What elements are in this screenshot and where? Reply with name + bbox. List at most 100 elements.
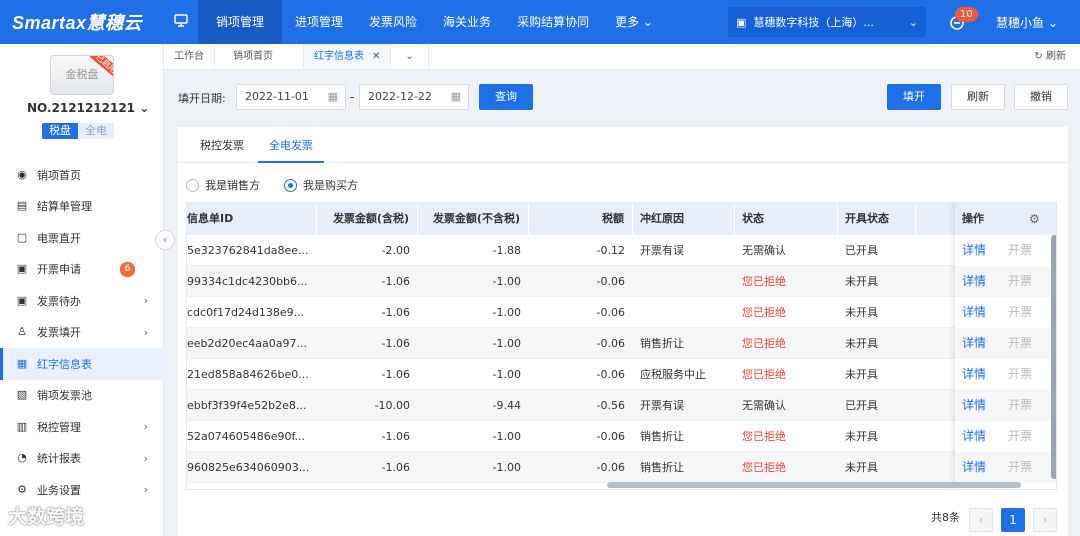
nav-sales[interactable]: 销项管理 (198, 0, 283, 44)
cell-status: 无需确认 (742, 399, 786, 412)
sidebar-item-apply[interactable]: ▣ 开票申请 6 (0, 254, 164, 286)
ops-cell: 详情 开票 (955, 266, 1056, 297)
issue-link-disabled: 开票 (1008, 429, 1033, 443)
cell-amount-excl: -1.00 (492, 430, 521, 443)
monitor-icon[interactable] (164, 14, 198, 30)
gear-icon[interactable]: ⚙ (1029, 203, 1040, 235)
toggle-full-electronic[interactable]: 全电 (78, 123, 114, 139)
tax-control-icon: ▥ (16, 419, 28, 433)
close-icon[interactable]: ✕ (372, 51, 380, 62)
refresh-tab-button[interactable]: ↻ 刷新 (1034, 44, 1066, 70)
horizontal-scroll-thumb[interactable] (607, 482, 1021, 488)
fill-button[interactable]: 填开 (887, 84, 941, 110)
chevron-down-icon: ⌄ (139, 101, 150, 115)
building-icon: ▣ (736, 15, 747, 29)
cell-status: 您已拒绝 (742, 430, 786, 443)
sidebar-item-pool[interactable]: ▧ 销项发票池 (0, 380, 164, 412)
cell-amount-excl: -1.88 (492, 244, 521, 257)
report-icon: ◔ (17, 451, 27, 465)
table-header: 信息单ID 发票金额(含税) 发票金额(不含税) 税额 冲红原因 状态 开具状态 (187, 203, 1056, 235)
toggle-tax-disk[interactable]: 税盘 (42, 123, 78, 139)
sidebar-item-label: 红字信息表 (37, 357, 92, 371)
date-separator: - (350, 90, 355, 104)
radio-seller[interactable]: 我是销售方 (186, 177, 260, 193)
nav-purchase[interactable]: 进项管理 (282, 0, 356, 44)
cell-tax: -0.06 (596, 461, 625, 474)
detail-link[interactable]: 详情 (962, 328, 986, 359)
chevron-right-icon: › (143, 325, 148, 339)
tax-disk-label: 金税盘 (65, 68, 99, 81)
nav-customs[interactable]: 海关业务 (430, 0, 504, 44)
col-status: 状态 (735, 203, 838, 235)
vertical-scroll-thumb[interactable] (1051, 235, 1056, 479)
calendar-icon: ▦ (450, 90, 461, 103)
col-tax: 税额 (529, 203, 633, 235)
detail-link[interactable]: 详情 (962, 235, 986, 266)
start-date-field[interactable]: 2022-11-01 ▦ (236, 84, 346, 110)
end-date-field[interactable]: 2022-12-22 ▦ (359, 84, 469, 110)
tab-red-form[interactable]: 红字信息表 ✕ (304, 44, 392, 69)
table-row: 960825e634060903... -1.06 -1.00 -0.06 销售… (187, 452, 1056, 483)
device-number[interactable]: NO.2121212121 ⌄ (27, 101, 149, 115)
nav-more-label: 更多 (615, 15, 640, 29)
tab-workbench[interactable]: 工作台 (164, 44, 215, 69)
nav-risk[interactable]: 发票风险 (356, 0, 430, 44)
cell-reason: 应税服务中止 (640, 368, 706, 381)
tabs-dropdown[interactable]: ⌄ (391, 44, 429, 69)
tab-full-e-invoice[interactable]: 全电发票 (258, 127, 324, 163)
tab-tax-control-invoice[interactable]: 税控发票 (200, 127, 244, 163)
sidebar-item-report[interactable]: ◔ 统计报表 › (0, 443, 164, 475)
col-id: 信息单ID (187, 203, 317, 235)
sidebar-item-red-form[interactable]: ▦ 红字信息表 (0, 348, 164, 380)
company-selector[interactable]: ▣ 慧穗数字科技（上海）... ⌄ (728, 7, 926, 37)
sidebar-item-todo[interactable]: ▣ 发票待办 › (0, 285, 164, 317)
detail-link[interactable]: 详情 (962, 297, 986, 328)
app-logo[interactable]: Smartax慧穗云 (0, 9, 164, 35)
detail-link[interactable]: 详情 (962, 266, 986, 297)
cell-reason: 销售折让 (640, 461, 684, 474)
sidebar-item-sales-home[interactable]: ◉ 销项首页 (0, 159, 164, 191)
table-row: 99334c1dc4230bb6... -1.06 -1.00 -0.06 您已… (187, 266, 1056, 297)
detail-link[interactable]: 详情 (962, 421, 986, 452)
detail-link[interactable]: 详情 (962, 359, 986, 390)
tax-disk-card[interactable]: 金税盘 已启用 (50, 55, 114, 95)
page-1-button[interactable]: 1 (1001, 508, 1025, 532)
cell-amount-incl: -1.06 (381, 275, 410, 288)
sidebar-item-e-invoice[interactable]: ▢ 电票直开 (0, 222, 164, 254)
col-amount-excl: 发票金额(不含税) (418, 203, 529, 235)
refresh-button[interactable]: 刷新 (951, 84, 1005, 110)
sidebar-item-fill[interactable]: ♙ 发票填开 › (0, 317, 164, 349)
table-row: 21ed858a84626be0... -1.06 -1.00 -0.06 应税… (187, 359, 1056, 390)
refresh-tab-label: 刷新 (1046, 51, 1066, 62)
nav-procurement[interactable]: 采购结算协同 (504, 0, 602, 44)
refresh-icon: ↻ (1034, 51, 1043, 62)
sidebar-item-settings[interactable]: ⚙ 业务设置 › (0, 474, 164, 506)
content-panel: 税控发票 全电发票 我是销售方 我是购买方 信息单ID 发票金额(含税) 发票金… (178, 127, 1068, 536)
mode-toggle: 税盘 全电 (42, 123, 114, 139)
detail-link[interactable]: 详情 (962, 452, 986, 483)
apply-icon: ▣ (16, 262, 28, 276)
query-button[interactable]: 查询 (479, 84, 533, 110)
prev-page-button[interactable]: ‹ (969, 508, 993, 532)
tab-sales-home[interactable]: 销项首页 (215, 44, 304, 69)
cell-amount-excl: -1.00 (492, 368, 521, 381)
fill-icon: ♙ (17, 325, 27, 339)
ops-cell: 详情 开票 (955, 328, 1056, 359)
ops-cell: 详情 开票 (955, 235, 1056, 266)
cell-issue-status: 未开具 (845, 430, 878, 443)
sidebar-item-settlement[interactable]: ▤ 结算单管理 (0, 191, 164, 223)
issue-link-disabled: 开票 (1008, 460, 1033, 474)
detail-link[interactable]: 详情 (962, 390, 986, 421)
nav-more[interactable]: 更多 ⌄ (602, 0, 666, 44)
cell-amount-incl: -2.00 (381, 244, 410, 257)
cancel-button[interactable]: 撤销 (1014, 84, 1068, 110)
next-page-button[interactable]: › (1033, 508, 1057, 532)
cell-amount-excl: -1.00 (492, 461, 521, 474)
cell-tax: -0.06 (596, 337, 625, 350)
user-menu[interactable]: 慧穗小鱼 ⌄ (996, 14, 1058, 31)
cell-status: 无需确认 (742, 244, 786, 257)
radio-buyer[interactable]: 我是购买方 (284, 177, 358, 193)
vertical-scrollbar[interactable] (1051, 235, 1056, 479)
sidebar-item-tax-control[interactable]: ▥ 税控管理 › (0, 411, 164, 443)
sidebar-collapse-button[interactable]: ‹ (155, 230, 175, 250)
